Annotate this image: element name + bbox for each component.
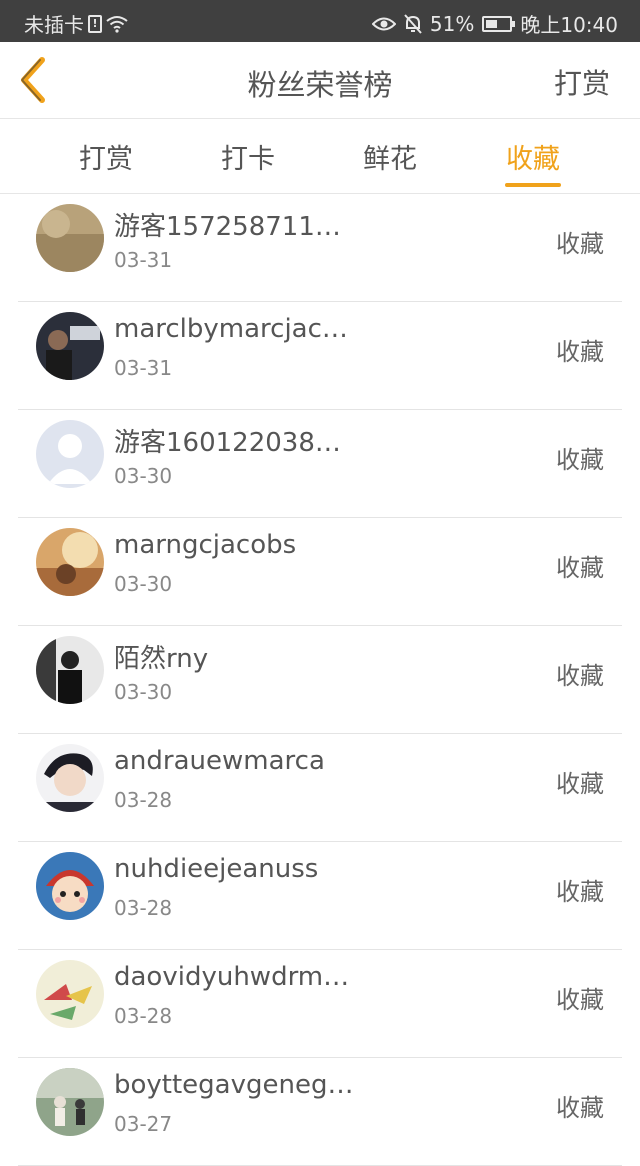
user-date: 03-28 — [114, 788, 173, 812]
list-item[interactable]: daovidyuhwdrman 03-28 收藏 — [0, 950, 640, 1058]
eye-icon — [371, 17, 396, 30]
user-name: 陌然rny — [114, 644, 209, 674]
tab-checkin[interactable]: 打卡 — [198, 137, 298, 176]
fan-list: 游客1572587112… 03-31 收藏 marclbymarcjaco… … — [0, 194, 640, 1166]
user-date: 03-28 — [114, 896, 173, 920]
user-date: 03-30 — [114, 680, 173, 704]
action-tag: 收藏 — [556, 554, 604, 582]
page-title: 粉丝荣誉榜 — [247, 68, 393, 102]
user-name: 游客1601220383… — [114, 428, 354, 458]
tab-reward[interactable]: 打赏 — [56, 137, 156, 176]
user-name: marclbymarcjaco… — [114, 314, 354, 344]
list-item[interactable]: nuhdieejeanuss 03-28 收藏 — [0, 842, 640, 950]
list-item[interactable]: marclbymarcjaco… 03-31 收藏 — [0, 302, 640, 410]
status-bar: 未插卡 ! 51% 晚上10:40 — [0, 0, 640, 42]
tab-flowers[interactable]: 鲜花 — [340, 137, 440, 176]
active-tab-indicator — [505, 183, 561, 187]
user-date: 03-30 — [114, 572, 173, 596]
user-date: 03-28 — [114, 1004, 173, 1028]
user-name: boyttegavgenegtax — [114, 1070, 354, 1100]
sim-alert-icon: ! — [88, 14, 102, 33]
avatar — [36, 204, 104, 272]
list-item[interactable]: andrauewmarca 03-28 收藏 — [0, 734, 640, 842]
user-name: nuhdieejeanuss — [114, 854, 319, 884]
action-tag: 收藏 — [556, 1094, 604, 1122]
action-tag: 收藏 — [556, 986, 604, 1014]
battery-icon — [482, 15, 516, 32]
avatar — [36, 744, 104, 812]
avatar — [36, 312, 104, 380]
tab-favorites[interactable]: 收藏 — [483, 137, 583, 176]
avatar — [36, 852, 104, 920]
list-item[interactable]: boyttegavgenegtax 03-27 收藏 — [0, 1058, 640, 1166]
battery-percent: 51% — [429, 11, 475, 36]
action-tag: 收藏 — [556, 770, 604, 798]
user-name: daovidyuhwdrman — [114, 962, 354, 992]
user-date: 03-30 — [114, 464, 173, 488]
list-item[interactable]: 游客1601220383… 03-30 收藏 — [0, 410, 640, 518]
list-item[interactable]: marngcjacobs 03-30 收藏 — [0, 518, 640, 626]
user-name: 游客1572587112… — [114, 212, 354, 242]
user-date: 03-27 — [114, 1112, 173, 1136]
user-name: marngcjacobs — [114, 530, 297, 560]
user-date: 03-31 — [114, 356, 173, 380]
list-item[interactable]: 陌然rny 03-30 收藏 — [0, 626, 640, 734]
tab-bar: 打赏 打卡 鲜花 收藏 — [0, 119, 640, 194]
battery-fill — [486, 19, 498, 28]
avatar — [36, 636, 104, 704]
reward-button[interactable]: 打赏 — [554, 62, 610, 102]
action-tag: 收藏 — [556, 230, 604, 258]
status-right: 51% 晚上10:40 — [371, 9, 618, 38]
action-tag: 收藏 — [556, 446, 604, 474]
avatar — [36, 528, 104, 596]
avatar — [36, 1068, 104, 1136]
user-date: 03-31 — [114, 248, 173, 272]
wifi-icon — [106, 15, 128, 33]
avatar — [36, 420, 104, 488]
action-tag: 收藏 — [556, 338, 604, 366]
carrier-text: 未插卡 — [24, 13, 84, 37]
list-item[interactable]: 游客1572587112… 03-31 收藏 — [0, 194, 640, 302]
avatar — [36, 960, 104, 1028]
user-name: andrauewmarca — [114, 746, 325, 776]
navigation-bar: 粉丝荣誉榜 打赏 — [0, 42, 640, 119]
clock: 晚上10:40 — [520, 13, 618, 37]
action-tag: 收藏 — [556, 878, 604, 906]
action-tag: 收藏 — [556, 662, 604, 690]
status-left: 未插卡 ! — [24, 9, 128, 38]
mute-bell-icon — [404, 13, 422, 34]
